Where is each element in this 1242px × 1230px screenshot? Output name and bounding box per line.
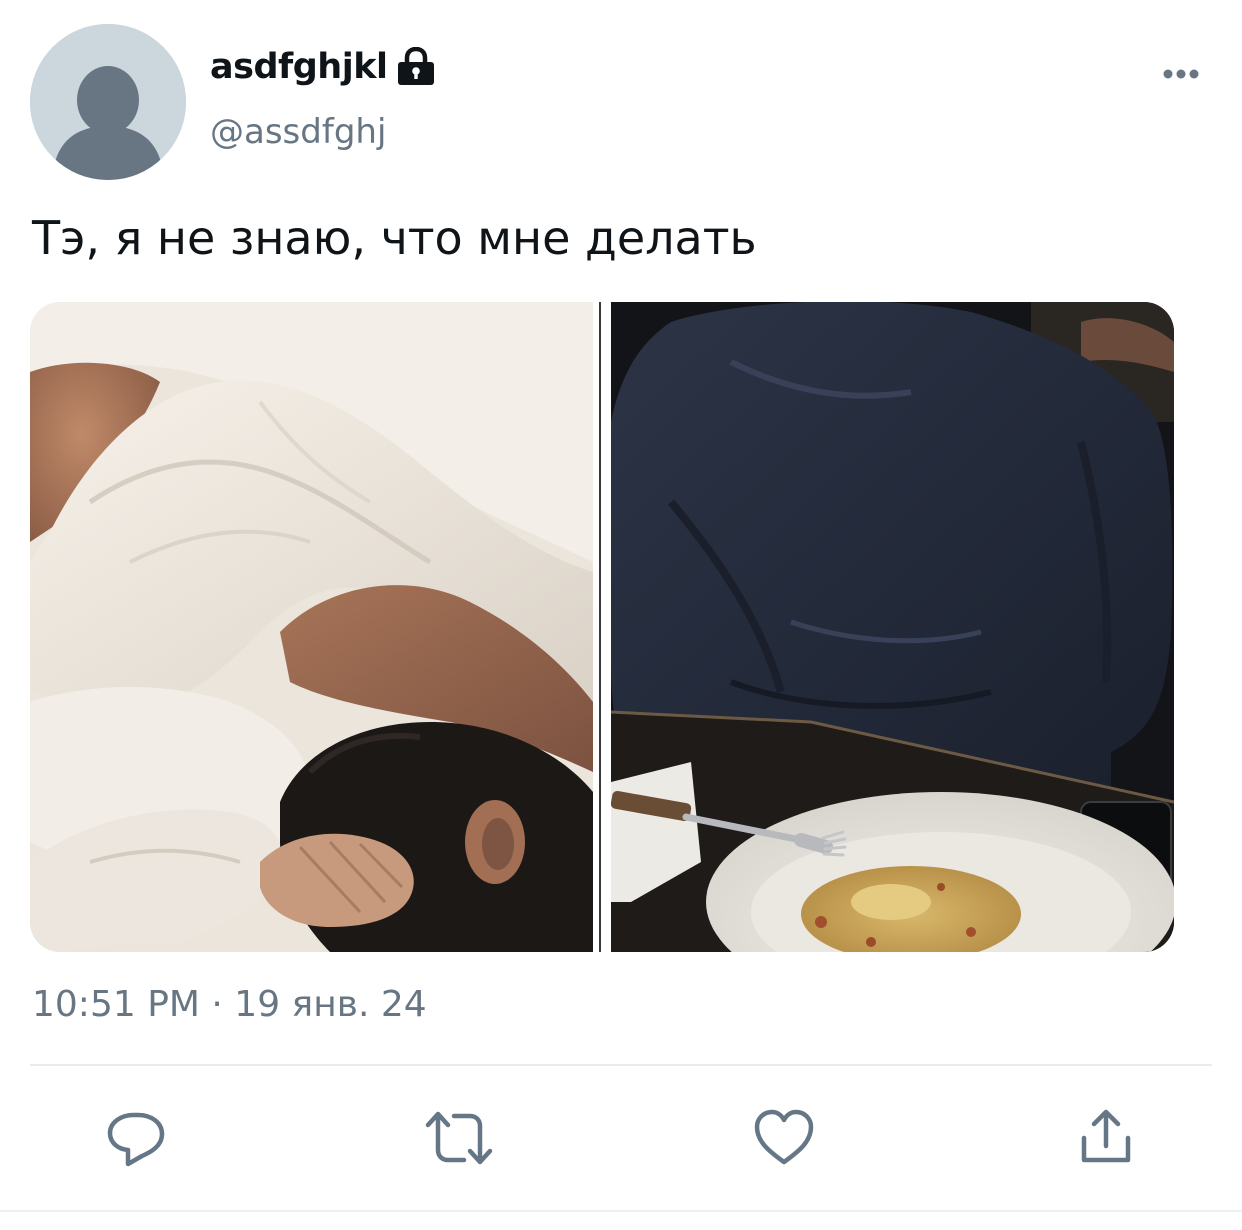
media-grid <box>30 302 1174 952</box>
default-avatar-icon <box>30 24 186 180</box>
media-photo-2[interactable] <box>611 302 1174 952</box>
retweet-button[interactable] <box>424 1106 493 1170</box>
user-handle[interactable]: @assdfghj <box>210 108 386 156</box>
tweet-text: Тэ, я не знаю, что мне делать <box>32 211 757 265</box>
more-dots-icon <box>1163 69 1199 79</box>
display-name[interactable]: asdfghjkl <box>210 44 437 90</box>
media-gap-line <box>599 302 601 952</box>
lock-icon <box>395 46 437 87</box>
reply-button[interactable] <box>104 1106 168 1170</box>
avatar[interactable] <box>30 24 186 180</box>
tweet-timestamp[interactable]: 10:51 PM · 19 янв. 24 <box>32 982 427 1028</box>
heart-icon <box>754 1109 814 1165</box>
display-name-text: asdfghjkl <box>210 47 388 87</box>
more-options-button[interactable] <box>1154 56 1210 92</box>
like-button[interactable] <box>752 1106 816 1170</box>
media-photo-1[interactable] <box>30 302 593 952</box>
actions-divider <box>30 1064 1212 1066</box>
share-upload-icon <box>1081 1109 1131 1163</box>
bottom-divider <box>0 1210 1242 1212</box>
media-gap <box>593 302 611 952</box>
reply-bubble-icon <box>107 1112 165 1167</box>
retweet-icon <box>425 1111 493 1165</box>
share-button[interactable] <box>1076 1106 1140 1170</box>
